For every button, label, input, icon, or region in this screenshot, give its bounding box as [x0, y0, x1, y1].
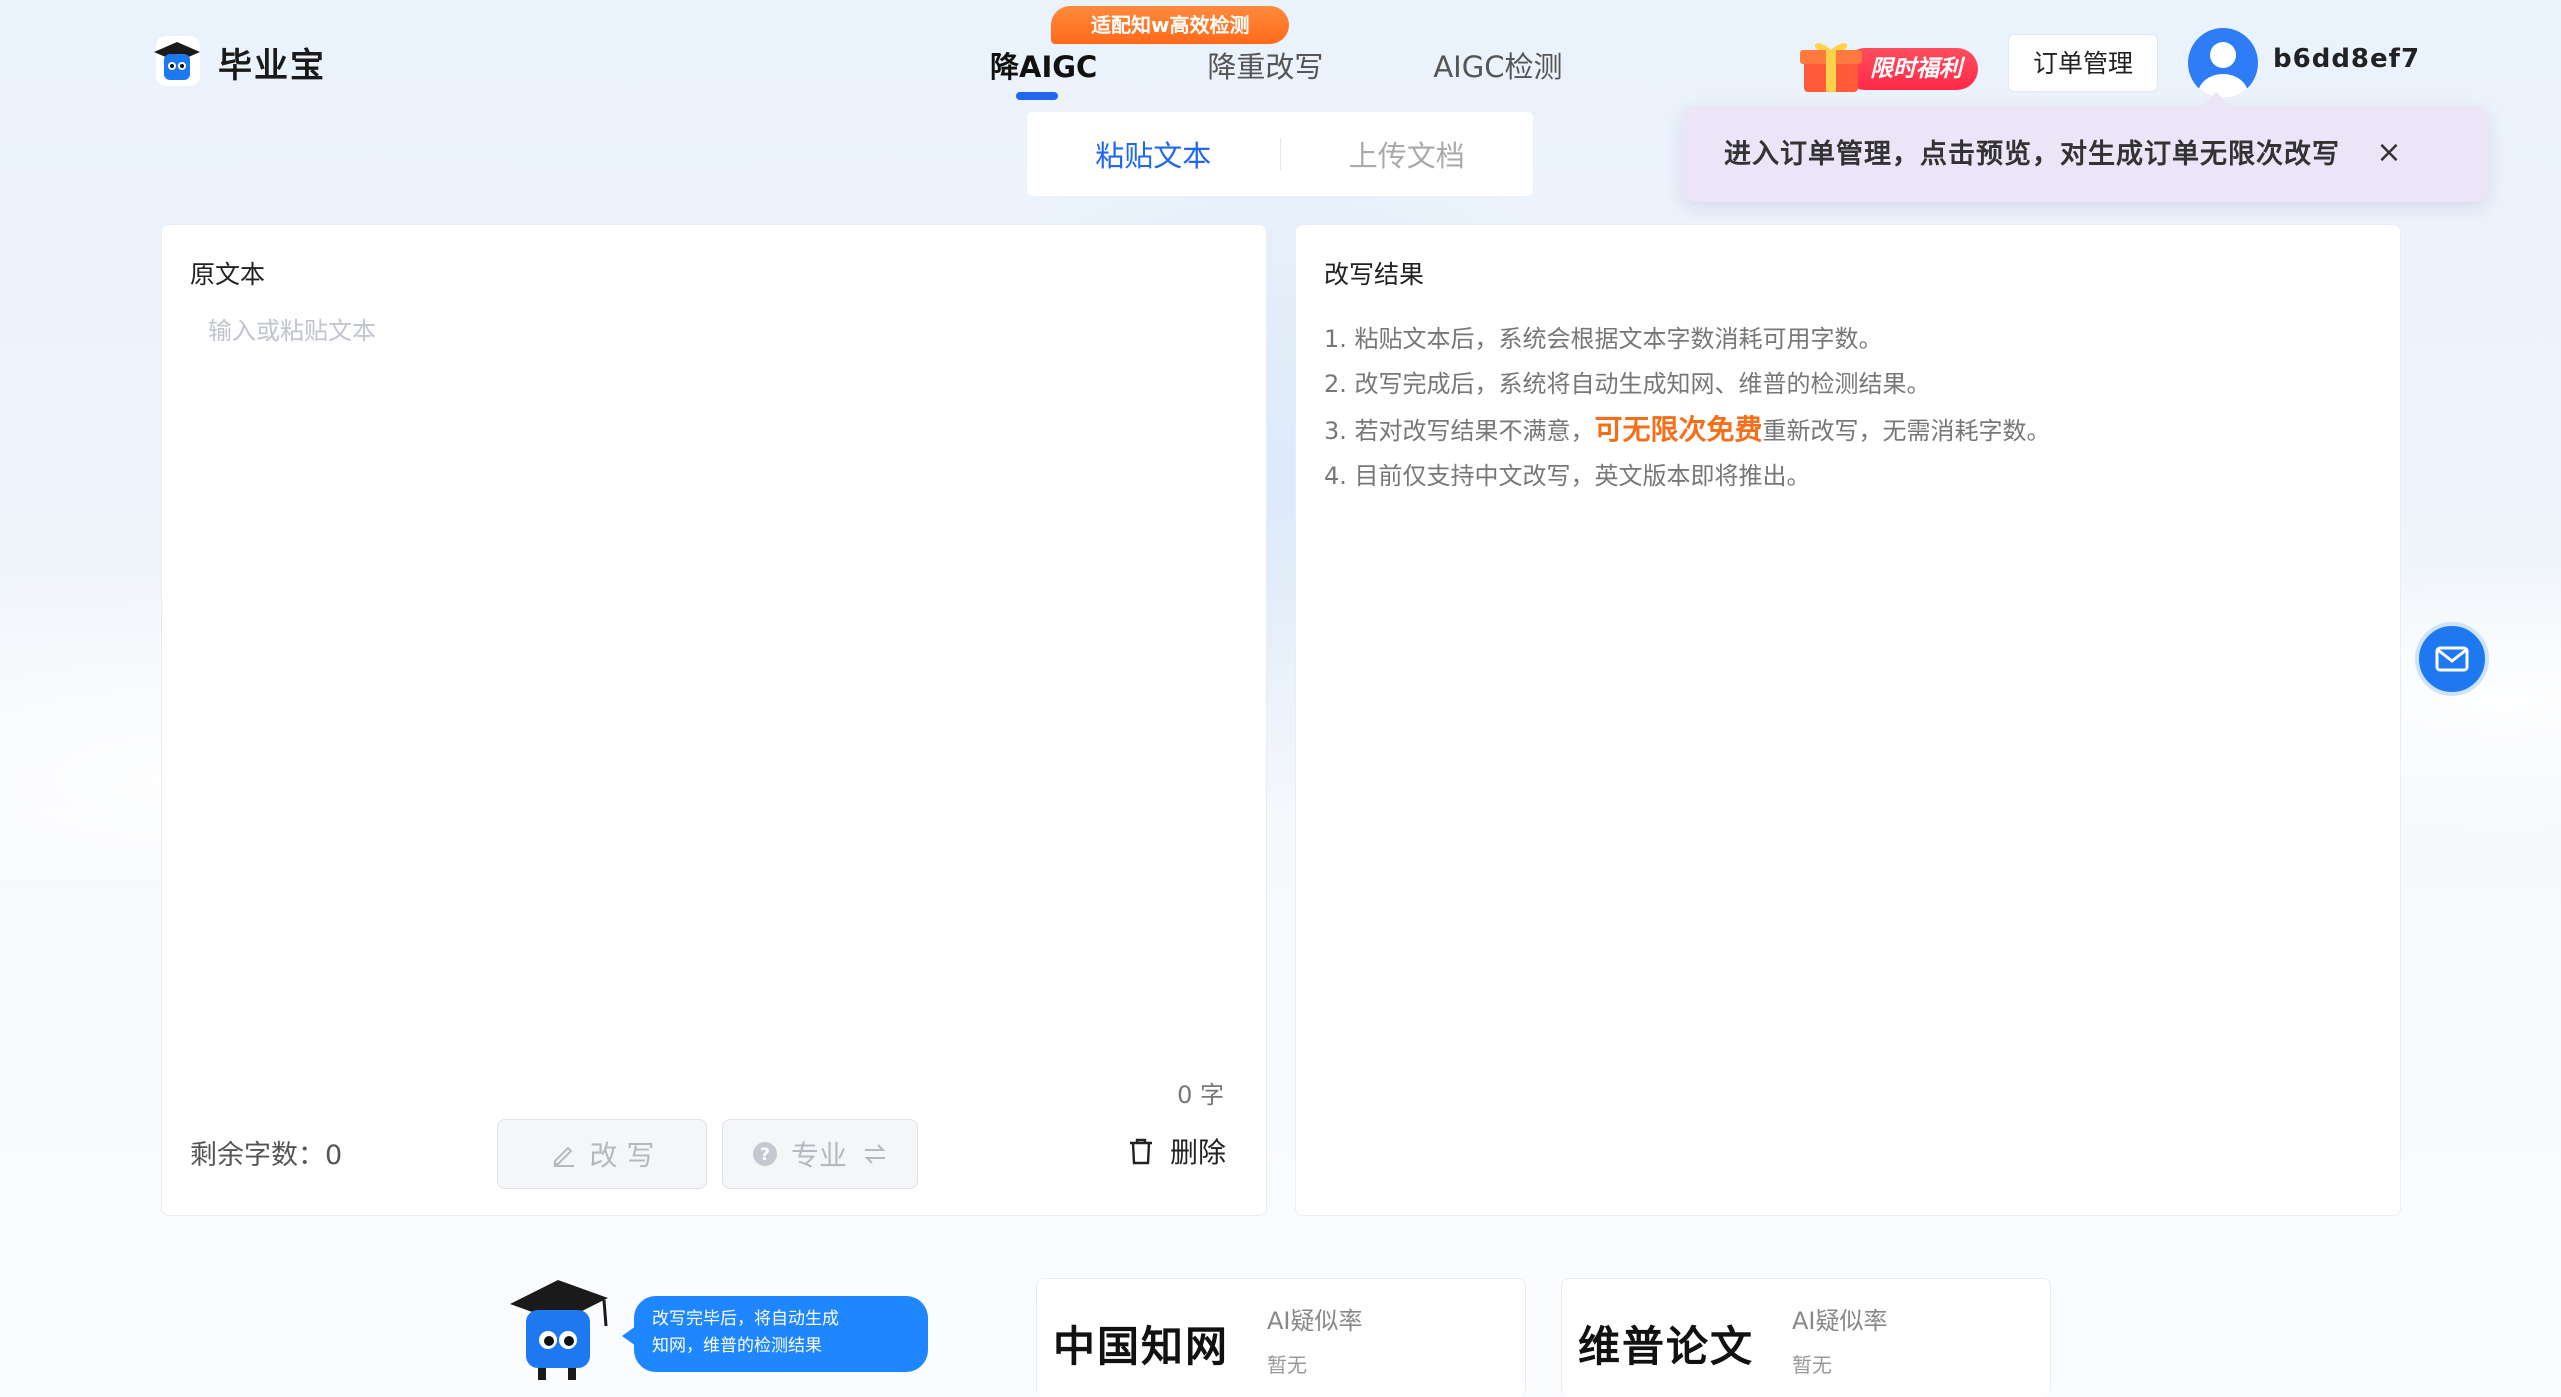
- username[interactable]: b6dd8ef7: [2273, 44, 2420, 74]
- tab-paste-text[interactable]: 粘贴文本: [1027, 133, 1280, 175]
- nav-item-aigc-detect[interactable]: AIGC检测: [1433, 44, 1562, 86]
- remaining-chars: 剩余字数：0: [190, 1133, 342, 1172]
- mascot-speech-bubble: 改写完毕后，将自动生成 知网，维普的检测结果: [622, 1296, 928, 1372]
- order-hint-tooltip: 进入订单管理，点击预览，对生成订单无限次改写 ×: [1682, 92, 2488, 202]
- nav-item-reduce-aigc[interactable]: 降AIGC: [990, 44, 1097, 100]
- original-text-title: 原文本: [190, 260, 266, 289]
- gift-icon: [1800, 43, 1862, 92]
- ai-rate-value: 暂无: [1792, 1353, 1832, 1377]
- rewrite-result-panel: 改写结果 1. 粘贴文本后，系统会根据文本字数消耗可用字数。 2. 改写完成后，…: [1295, 224, 2401, 1216]
- nav-item-rewrite[interactable]: 降重改写: [1207, 44, 1323, 86]
- rewrite-button-label: 改 写: [589, 1139, 655, 1172]
- bubble-line: 改写完毕后，将自动生成: [652, 1309, 839, 1329]
- pencil-icon: [553, 1146, 574, 1167]
- tooltip-text: 进入订单管理，点击预览，对生成订单无限次改写: [1724, 139, 2340, 170]
- rewrite-button[interactable]: 改 写: [497, 1119, 707, 1189]
- delete-button-label: 删除: [1169, 1136, 1226, 1169]
- pro-mode-button[interactable]: ? 专业: [722, 1119, 918, 1189]
- tip3-highlight: 可无限次免费: [1594, 413, 1763, 446]
- mascot-logo-icon: [150, 36, 204, 88]
- switch-icon: [864, 1144, 886, 1164]
- trash-icon: [1129, 1138, 1152, 1165]
- brand-name: 毕业宝: [218, 45, 326, 86]
- vip-result-card: 维普论文 AI疑似率 暂无: [1561, 1278, 2051, 1397]
- tip-item: 1. 粘贴文本后，系统会根据文本字数消耗可用字数。: [1324, 325, 1883, 353]
- tip3-suffix: 重新改写，无需消耗字数。: [1762, 417, 2051, 445]
- cnki-result-card: 中国知网 AI疑似率 暂无: [1036, 1278, 1526, 1397]
- mascot-icon: [510, 1280, 608, 1380]
- svg-text:?: ?: [760, 1145, 770, 1165]
- ai-rate-value: 暂无: [1267, 1353, 1307, 1377]
- vip-brand: 维普论文: [1578, 1322, 1755, 1371]
- tip-item: 2. 改写完成后，系统将自动生成知网、维普的检测结果。: [1324, 370, 1931, 398]
- remaining-value: 0: [325, 1140, 343, 1171]
- avatar[interactable]: [2188, 28, 2258, 98]
- tip3-prefix: 3. 若对改写结果不满意，: [1324, 417, 1595, 445]
- original-text-input[interactable]: [190, 311, 1240, 1071]
- pro-button-label: 专业: [790, 1139, 847, 1172]
- delete-button[interactable]: 删除: [1128, 1131, 1226, 1171]
- user-avatar-icon: [2198, 42, 2248, 98]
- input-mode-tabs: 粘贴文本 上传文档: [1027, 112, 1533, 196]
- rewrite-result-title: 改写结果: [1324, 260, 1425, 289]
- tip-item: 4. 目前仅支持中文改写，英文版本即将推出。: [1324, 462, 1811, 490]
- promo-gift-button[interactable]: 限时福利: [1800, 26, 1980, 98]
- bubble-line: 知网，维普的检测结果: [652, 1336, 822, 1356]
- contact-mail-button[interactable]: [2415, 622, 2489, 696]
- close-icon[interactable]: ×: [2372, 136, 2406, 170]
- usage-tips: 1. 粘贴文本后，系统会根据文本字数消耗可用字数。 2. 改写完成后，系统将自动…: [1324, 317, 2051, 499]
- char-count: 0 字: [1177, 1081, 1224, 1109]
- mail-icon: [2435, 646, 2469, 672]
- ai-rate-label: AI疑似率: [1267, 1307, 1363, 1335]
- ai-rate-label: AI疑似率: [1792, 1307, 1888, 1335]
- order-management-button[interactable]: 订单管理: [2008, 34, 2158, 92]
- brand-logo[interactable]: 毕业宝: [150, 36, 326, 88]
- nav-badge: 适配知w高效检测: [1051, 6, 1290, 44]
- tip-item: 3. 若对改写结果不满意，可无限次免费重新改写，无需消耗字数。: [1324, 407, 2051, 454]
- remaining-label: 剩余字数：: [190, 1140, 325, 1171]
- cnki-brand: 中国知网: [1053, 1322, 1230, 1371]
- promo-label: 限时福利: [1844, 48, 1978, 90]
- original-text-panel: 原文本 0 字 剩余字数：0 改 写 ? 专业 删除: [161, 224, 1267, 1216]
- help-icon: ?: [752, 1142, 777, 1166]
- main-nav: 降AIGC 降重改写 AIGC检测: [990, 44, 1672, 100]
- tab-upload-document[interactable]: 上传文档: [1281, 133, 1534, 175]
